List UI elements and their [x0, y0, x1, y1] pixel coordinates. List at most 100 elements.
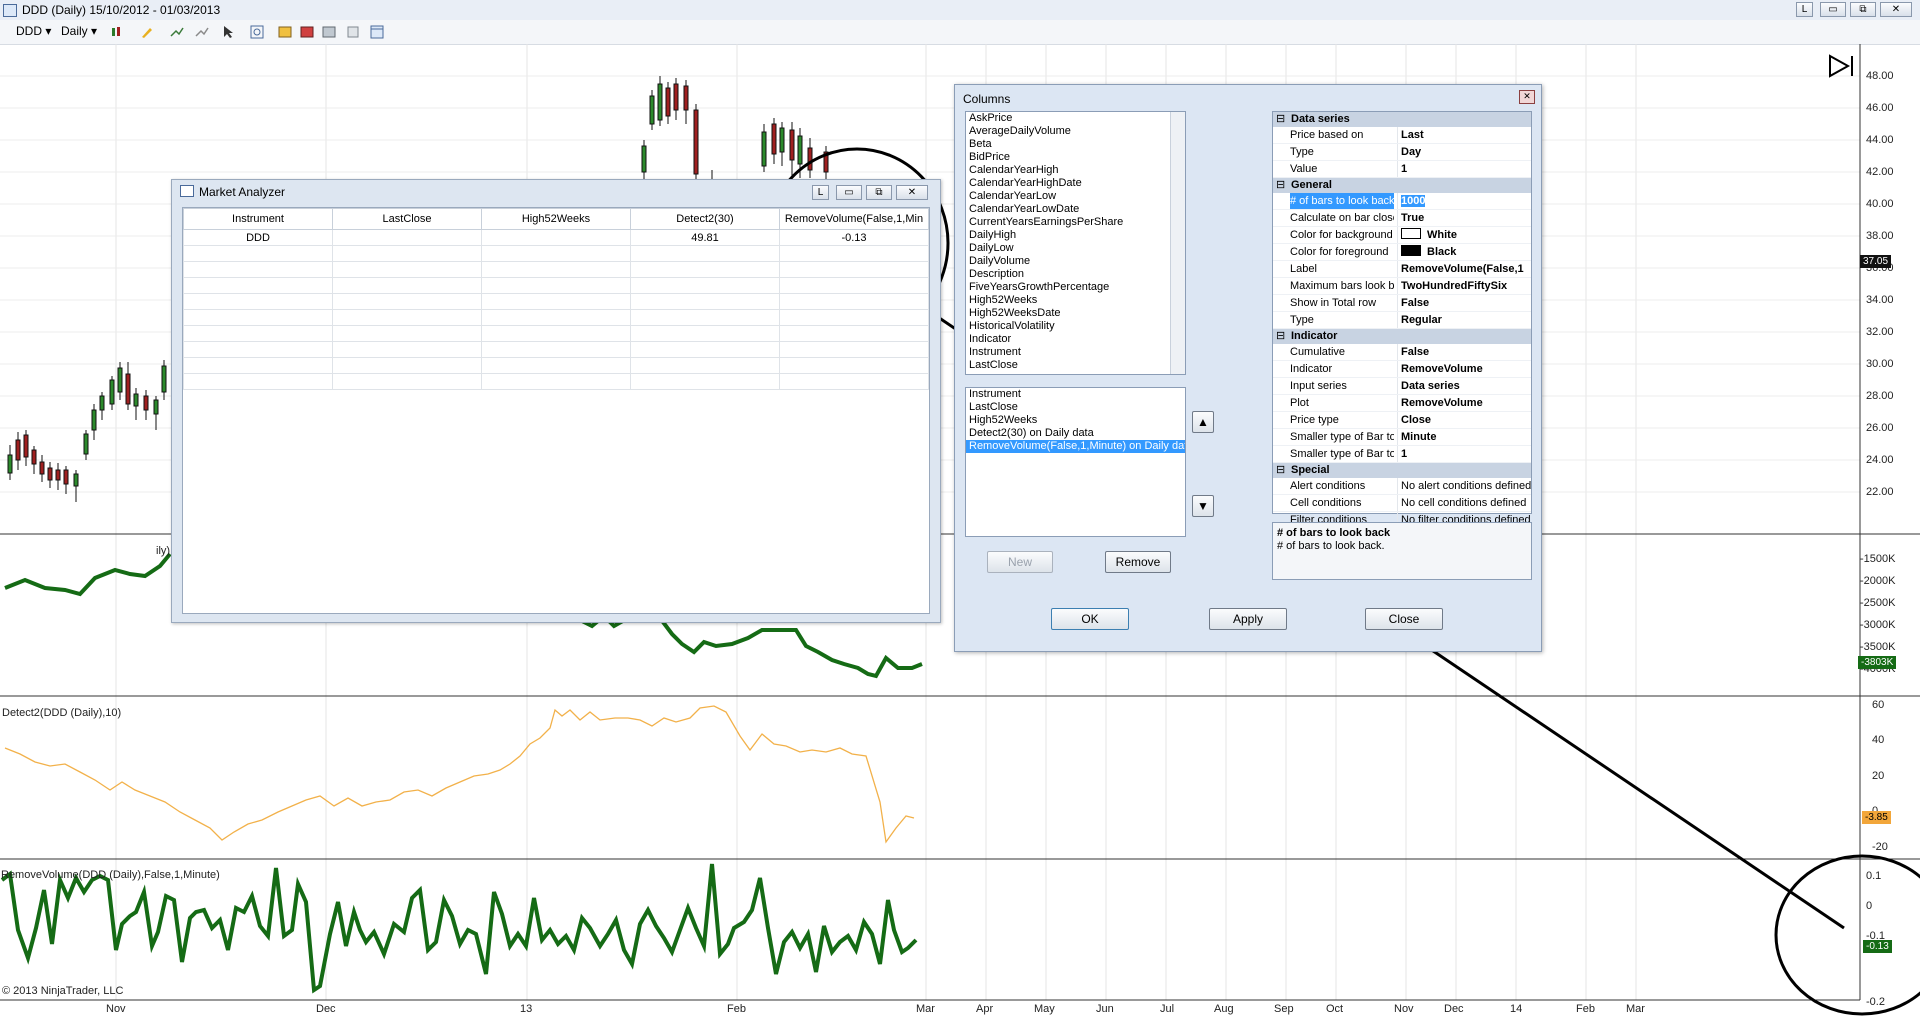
table-row[interactable] — [183, 373, 929, 390]
table-row[interactable] — [183, 341, 929, 358]
close-button[interactable]: Close — [1365, 608, 1443, 630]
instrument-selector[interactable]: DDD ▾ — [16, 24, 51, 38]
category-general[interactable]: General — [1273, 178, 1531, 193]
strategy-icon[interactable] — [195, 25, 209, 39]
properties-grid[interactable]: Data series Price based onLast TypeDay V… — [1272, 111, 1532, 529]
table-cell[interactable] — [481, 229, 631, 246]
list-item[interactable]: AskPrice — [966, 112, 1185, 125]
close-button[interactable]: ✕ — [896, 185, 928, 200]
list-item[interactable]: High52WeeksDate — [966, 307, 1185, 320]
table-cell[interactable] — [332, 229, 482, 246]
category-data-series[interactable]: Data series — [1273, 112, 1531, 127]
list-item[interactable]: FiveYearsGrowthPercentage — [966, 281, 1185, 294]
column-header[interactable]: Instrument — [183, 208, 333, 230]
new-button[interactable]: New — [987, 551, 1053, 573]
move-up-button[interactable]: ▲ — [1192, 411, 1214, 433]
list-item[interactable]: Description — [966, 268, 1185, 281]
market-analyzer-grid[interactable]: Instrument LastClose High52Weeks Detect2… — [182, 207, 930, 614]
list-item[interactable]: DailyHigh — [966, 229, 1185, 242]
list-item[interactable]: Beta — [966, 138, 1185, 151]
pencil-icon[interactable] — [140, 25, 154, 39]
columns-dialog[interactable]: Columns ✕ AskPrice AverageDailyVolume Be… — [954, 84, 1542, 652]
restore-button[interactable]: ⧉ — [866, 185, 892, 200]
move-down-button[interactable]: ▼ — [1192, 495, 1214, 517]
list-item[interactable]: Instrument — [966, 346, 1185, 359]
property-row[interactable]: Value 1 — [1273, 161, 1531, 178]
table-cell[interactable]: DDD — [183, 229, 333, 246]
list-item[interactable]: CalendarYearHigh — [966, 164, 1185, 177]
property-row[interactable]: Show in Total row False — [1273, 295, 1531, 312]
link-button[interactable]: L — [1796, 2, 1813, 17]
selected-columns-list[interactable]: Instrument LastClose High52Weeks Detect2… — [965, 387, 1186, 537]
list-item-selected[interactable]: RemoveVolume(False,1,Minute) on Daily da… — [966, 440, 1185, 453]
snapshot-icon[interactable] — [322, 25, 336, 39]
property-row[interactable]: Label RemoveVolume(False,1 — [1273, 261, 1531, 278]
column-header[interactable]: High52Weeks — [481, 208, 631, 230]
list-item[interactable]: High52Weeks — [966, 294, 1185, 307]
add-indicator-icon[interactable] — [170, 25, 184, 39]
property-row[interactable]: Maximum bars look backTwoHundredFiftySix — [1273, 278, 1531, 295]
category-special[interactable]: Special — [1273, 463, 1531, 478]
remove-button[interactable]: Remove — [1105, 551, 1171, 573]
table-row[interactable] — [183, 293, 929, 310]
list-item[interactable]: LastClose — [966, 359, 1185, 372]
available-columns-list[interactable]: AskPrice AverageDailyVolume Beta BidPric… — [965, 111, 1186, 375]
column-header[interactable]: LastClose — [332, 208, 482, 230]
minimize-button[interactable]: ▭ — [836, 185, 862, 200]
window-layout-icon[interactable] — [370, 25, 384, 39]
table-row[interactable] — [183, 325, 929, 342]
list-item[interactable]: DailyVolume — [966, 255, 1185, 268]
table-row[interactable] — [183, 261, 929, 278]
property-row[interactable]: Indicator RemoveVolume — [1273, 361, 1531, 378]
list-item[interactable]: DailyLow — [966, 242, 1185, 255]
bars-look-back-input[interactable]: 1000 — [1401, 195, 1426, 207]
property-row[interactable]: Alert conditions No alert conditions defi… — [1273, 478, 1531, 495]
table-cell[interactable]: -0.13 — [779, 229, 929, 246]
list-item[interactable]: Detect2(30) on Daily data — [966, 427, 1185, 440]
close-icon[interactable]: ✕ — [1519, 90, 1535, 104]
property-row[interactable]: Calculate on bar close True — [1273, 210, 1531, 227]
list-item[interactable]: CalendarYearHighDate — [966, 177, 1185, 190]
list-item[interactable]: BidPrice — [966, 151, 1185, 164]
list-item[interactable]: CalendarYearLow — [966, 190, 1185, 203]
list-item[interactable]: High52Weeks — [966, 414, 1185, 427]
property-row[interactable]: Price based on Last — [1273, 127, 1531, 144]
column-header[interactable]: RemoveVolume(False,1,Min — [779, 208, 929, 230]
link-button[interactable]: L — [812, 185, 829, 200]
property-row[interactable]: Type Day — [1273, 144, 1531, 161]
ok-button[interactable]: OK — [1051, 608, 1129, 630]
interval-selector[interactable]: Daily ▾ — [61, 24, 97, 38]
list-item[interactable]: HistoricalVolatility — [966, 320, 1185, 333]
table-cell[interactable]: 49.81 — [630, 229, 780, 246]
restore-button[interactable]: ⧉ — [1850, 2, 1876, 17]
apply-button[interactable]: Apply — [1209, 608, 1287, 630]
property-row[interactable]: Price type Close — [1273, 412, 1531, 429]
zoom-icon[interactable] — [250, 25, 264, 39]
print-icon[interactable] — [346, 25, 360, 39]
property-row[interactable]: Color for foreground Black — [1273, 244, 1531, 261]
data-box-icon[interactable] — [278, 25, 292, 39]
list-item[interactable]: AverageDailyVolume — [966, 125, 1185, 138]
scroll-to-end-icon[interactable] — [1829, 54, 1853, 78]
table-row[interactable] — [183, 309, 929, 326]
list-item[interactable]: LastClose — [966, 401, 1185, 414]
property-row[interactable]: Type Regular — [1273, 312, 1531, 329]
property-row[interactable]: Smaller type of Bar to 1 — [1273, 446, 1531, 463]
properties-icon[interactable] — [300, 25, 314, 39]
property-row[interactable]: Color for background White — [1273, 227, 1531, 244]
list-item[interactable]: CalendarYearLowDate — [966, 203, 1185, 216]
column-header[interactable]: Detect2(30) — [630, 208, 780, 230]
table-row[interactable] — [183, 277, 929, 294]
property-row-selected[interactable]: # of bars to look back 1000 — [1273, 193, 1531, 210]
list-item[interactable]: Indicator — [966, 333, 1185, 346]
cursor-icon[interactable] — [222, 25, 236, 39]
minimize-button[interactable]: ▭ — [1820, 2, 1846, 17]
list-item[interactable]: CurrentYearsEarningsPerShare — [966, 216, 1185, 229]
bar-type-icon[interactable] — [110, 25, 124, 39]
market-analyzer-window[interactable]: Market Analyzer L ▭ ⧉ ✕ Instrument LastC… — [171, 179, 941, 623]
list-item[interactable]: Instrument — [966, 388, 1185, 401]
list-scrollbar[interactable] — [1170, 112, 1185, 374]
property-row[interactable]: Input series Data series — [1273, 378, 1531, 395]
table-row[interactable] — [183, 357, 929, 374]
property-row[interactable]: Smaller type of Bar to Minute — [1273, 429, 1531, 446]
